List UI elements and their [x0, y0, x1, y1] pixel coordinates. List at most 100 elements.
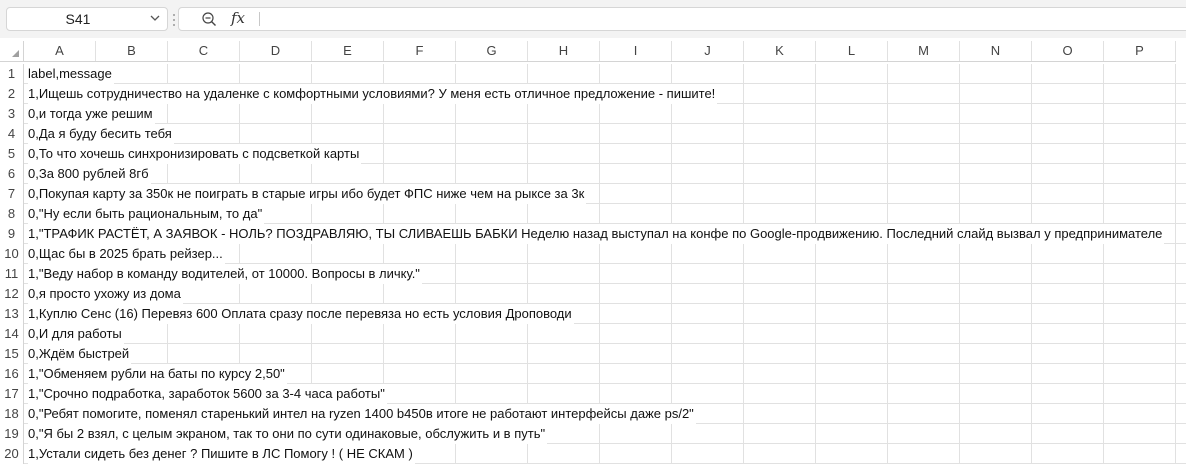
column-header-n[interactable]: N [960, 41, 1032, 61]
cell-m[interactable] [888, 104, 960, 123]
column-header-i[interactable]: I [600, 41, 672, 61]
cell-n[interactable] [960, 424, 1032, 443]
cell-h[interactable] [528, 324, 600, 343]
cell-d[interactable] [240, 104, 312, 123]
cell-e[interactable] [312, 104, 384, 123]
cell-d[interactable] [240, 164, 312, 183]
cell-f[interactable] [384, 124, 456, 143]
cell-m[interactable] [888, 204, 960, 223]
row-header[interactable]: 14 [0, 324, 24, 344]
cell-l[interactable] [816, 184, 888, 203]
cell-j[interactable] [672, 444, 744, 463]
cell-k[interactable] [744, 324, 816, 343]
cell-o[interactable] [1032, 164, 1104, 183]
cell-p[interactable] [1104, 384, 1176, 403]
cell-f[interactable] [384, 364, 456, 383]
cell-o[interactable] [1032, 104, 1104, 123]
row-header[interactable]: 17 [0, 384, 24, 404]
cell-c[interactable] [168, 64, 240, 83]
cell-f[interactable] [384, 384, 456, 403]
cell-l[interactable] [816, 204, 888, 223]
cell-e[interactable] [312, 64, 384, 83]
cell-k[interactable] [744, 204, 816, 223]
cell-m[interactable] [888, 364, 960, 383]
cell-l[interactable] [816, 264, 888, 283]
cell-c[interactable] [168, 164, 240, 183]
cell-l[interactable] [816, 424, 888, 443]
cell-n[interactable] [960, 264, 1032, 283]
row-header[interactable]: 6 [0, 164, 24, 184]
cell-p[interactable] [1104, 164, 1176, 183]
cell-j[interactable] [672, 364, 744, 383]
cell-p[interactable] [1104, 324, 1176, 343]
cell-h[interactable] [528, 344, 600, 363]
cell-g[interactable] [456, 364, 528, 383]
cell-n[interactable] [960, 184, 1032, 203]
cell-l[interactable] [816, 384, 888, 403]
cell-n[interactable] [960, 84, 1032, 103]
cell-m[interactable] [888, 184, 960, 203]
cell-g[interactable] [456, 444, 528, 463]
cell-n[interactable] [960, 164, 1032, 183]
column-header-j[interactable]: J [672, 41, 744, 61]
cell-m[interactable] [888, 424, 960, 443]
cell-p[interactable] [1104, 344, 1176, 363]
row-header[interactable]: 16 [0, 364, 24, 384]
cell-i[interactable] [600, 124, 672, 143]
cell-n[interactable] [960, 304, 1032, 323]
cell-d[interactable] [240, 324, 312, 343]
cell-p[interactable] [1104, 244, 1176, 263]
cell-j[interactable] [672, 424, 744, 443]
cell-j[interactable] [672, 324, 744, 343]
cell-n[interactable] [960, 284, 1032, 303]
cell-h[interactable] [528, 364, 600, 383]
cell-p[interactable] [1104, 364, 1176, 383]
cell-o[interactable] [1032, 364, 1104, 383]
row-header[interactable]: 13 [0, 304, 24, 324]
cell-g[interactable] [456, 164, 528, 183]
cell-m[interactable] [888, 444, 960, 463]
cell-g[interactable] [456, 264, 528, 283]
cell-p[interactable] [1104, 144, 1176, 163]
cell-c[interactable] [168, 124, 240, 143]
cell-p[interactable] [1104, 104, 1176, 123]
cell-p[interactable] [1104, 204, 1176, 223]
cell-n[interactable] [960, 64, 1032, 83]
cell-g[interactable] [456, 324, 528, 343]
cell-p[interactable] [1104, 404, 1176, 423]
cell-l[interactable] [816, 104, 888, 123]
cell-k[interactable] [744, 404, 816, 423]
cell-n[interactable] [960, 444, 1032, 463]
cell-n[interactable] [960, 144, 1032, 163]
cell-j[interactable] [672, 104, 744, 123]
cell-f[interactable] [384, 144, 456, 163]
cell-p[interactable] [1104, 124, 1176, 143]
cell-k[interactable] [744, 344, 816, 363]
cell-m[interactable] [888, 284, 960, 303]
cell-k[interactable] [744, 164, 816, 183]
cell-j[interactable] [672, 124, 744, 143]
cell-o[interactable] [1032, 324, 1104, 343]
cell-k[interactable] [744, 104, 816, 123]
cell-g[interactable] [456, 144, 528, 163]
cell-p[interactable] [1104, 284, 1176, 303]
cell-m[interactable] [888, 84, 960, 103]
cell-o[interactable] [1032, 144, 1104, 163]
cell-j[interactable] [672, 184, 744, 203]
name-box[interactable]: S41 [6, 7, 168, 31]
cell-o[interactable] [1032, 124, 1104, 143]
cell-i[interactable] [600, 284, 672, 303]
cell-i[interactable] [600, 144, 672, 163]
cell-e[interactable] [312, 284, 384, 303]
cell-o[interactable] [1032, 424, 1104, 443]
cell-i[interactable] [600, 324, 672, 343]
cell-j[interactable] [672, 344, 744, 363]
cell-l[interactable] [816, 64, 888, 83]
cell-k[interactable] [744, 244, 816, 263]
cell-k[interactable] [744, 184, 816, 203]
cell-m[interactable] [888, 144, 960, 163]
column-header-h[interactable]: H [528, 41, 600, 61]
cell-n[interactable] [960, 384, 1032, 403]
cell-c[interactable] [168, 324, 240, 343]
cell-p[interactable] [1104, 444, 1176, 463]
